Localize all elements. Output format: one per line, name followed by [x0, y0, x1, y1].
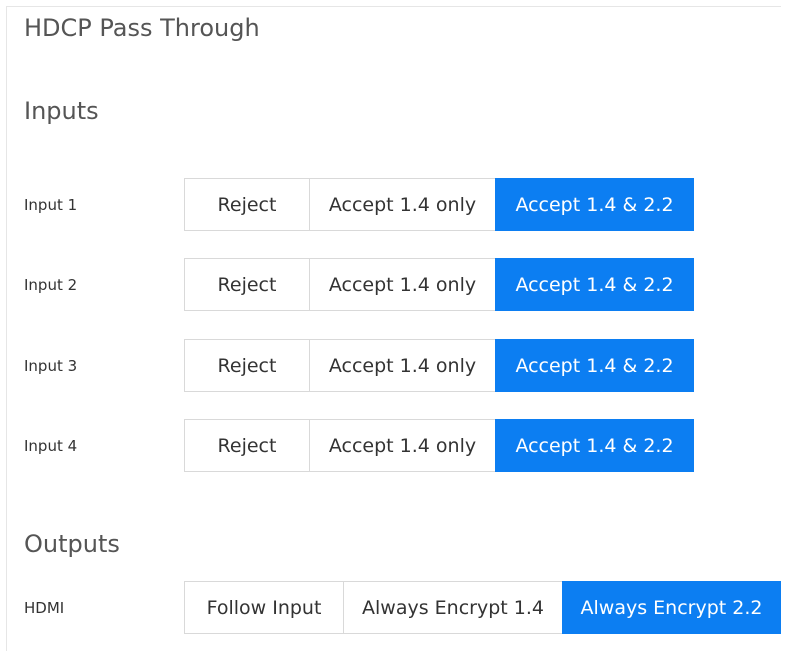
hdmi-output-label: HDMI — [24, 599, 65, 617]
input-3-accept-14-option[interactable]: Accept 1.4 only — [309, 339, 496, 392]
input-2-hdcp-selector: Reject Accept 1.4 only Accept 1.4 & 2.2 — [184, 258, 694, 311]
input-2-reject-option[interactable]: Reject — [184, 258, 310, 311]
page-title: HDCP Pass Through — [24, 14, 260, 42]
hdmi-follow-input-option[interactable]: Follow Input — [184, 581, 344, 634]
input-1-accept-14-option[interactable]: Accept 1.4 only — [309, 178, 496, 231]
input-1-accept-14-22-option[interactable]: Accept 1.4 & 2.2 — [495, 178, 694, 231]
input-3-hdcp-selector: Reject Accept 1.4 only Accept 1.4 & 2.2 — [184, 339, 694, 392]
inputs-heading: Inputs — [24, 97, 99, 125]
outputs-heading: Outputs — [24, 530, 120, 558]
input-2-accept-14-option[interactable]: Accept 1.4 only — [309, 258, 496, 311]
input-1-label: Input 1 — [24, 196, 78, 214]
input-4-hdcp-selector: Reject Accept 1.4 only Accept 1.4 & 2.2 — [184, 419, 694, 472]
input-4-reject-option[interactable]: Reject — [184, 419, 310, 472]
input-3-reject-option[interactable]: Reject — [184, 339, 310, 392]
hdcp-panel — [6, 6, 781, 651]
input-1-reject-option[interactable]: Reject — [184, 178, 310, 231]
hdmi-hdcp-selector: Follow Input Always Encrypt 1.4 Always E… — [184, 581, 781, 634]
input-4-accept-14-22-option[interactable]: Accept 1.4 & 2.2 — [495, 419, 694, 472]
input-2-accept-14-22-option[interactable]: Accept 1.4 & 2.2 — [495, 258, 694, 311]
input-3-accept-14-22-option[interactable]: Accept 1.4 & 2.2 — [495, 339, 694, 392]
hdmi-always-encrypt-14-option[interactable]: Always Encrypt 1.4 — [343, 581, 563, 634]
input-4-label: Input 4 — [24, 437, 78, 455]
input-1-hdcp-selector: Reject Accept 1.4 only Accept 1.4 & 2.2 — [184, 178, 694, 231]
input-4-accept-14-option[interactable]: Accept 1.4 only — [309, 419, 496, 472]
hdmi-always-encrypt-22-option[interactable]: Always Encrypt 2.2 — [562, 581, 781, 634]
input-2-label: Input 2 — [24, 276, 78, 294]
input-3-label: Input 3 — [24, 357, 78, 375]
